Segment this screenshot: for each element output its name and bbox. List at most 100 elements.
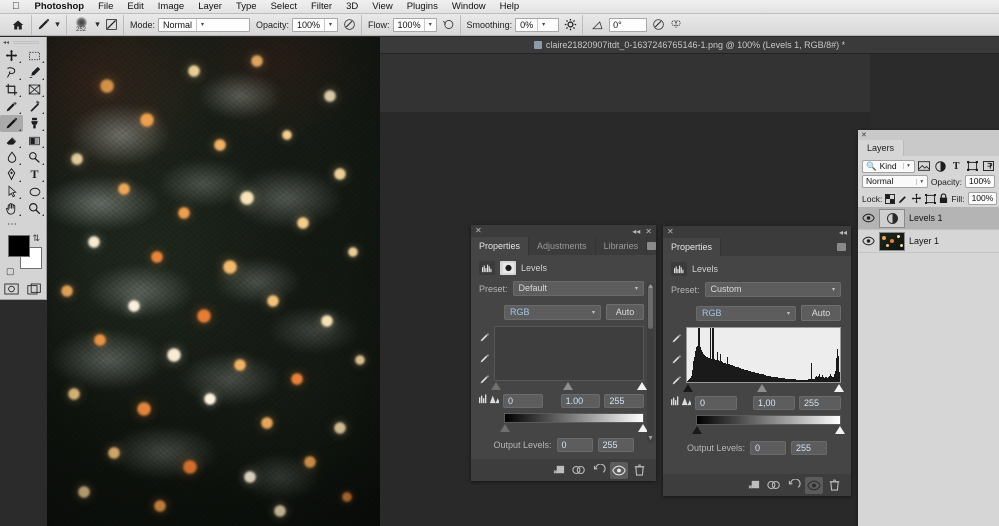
reset-adjustment-button[interactable] xyxy=(590,462,608,479)
input-shadow-slider[interactable] xyxy=(683,384,693,392)
gear-icon[interactable] xyxy=(562,16,579,33)
menu-item-select[interactable]: Select xyxy=(264,1,304,12)
lock-all-icon[interactable] xyxy=(939,192,948,205)
ellipse-tool[interactable] xyxy=(23,183,46,200)
brush-angle-icon[interactable] xyxy=(589,16,606,33)
clip-to-layer-button[interactable] xyxy=(745,477,763,494)
channel-select[interactable]: RGB ▾ xyxy=(504,304,601,320)
output-shadow-slider[interactable] xyxy=(692,426,702,434)
airbrush-icon[interactable] xyxy=(440,16,457,33)
close-icon[interactable]: ✕ xyxy=(475,227,482,235)
lock-position-icon[interactable] xyxy=(911,192,922,205)
tab-layers[interactable]: Layers xyxy=(858,140,905,156)
scroll-up-icon[interactable]: ▲ xyxy=(647,283,654,290)
rectangular-marquee-tool[interactable] xyxy=(23,47,46,64)
output-highlight-slider[interactable] xyxy=(835,426,845,434)
toggle-layer-visibility-button[interactable] xyxy=(610,461,628,479)
delete-adjustment-button[interactable] xyxy=(630,462,648,479)
tab-properties[interactable]: Properties xyxy=(471,237,530,255)
scroll-down-icon[interactable]: ▼ xyxy=(647,435,654,442)
quick-mask-mode-icon[interactable] xyxy=(0,281,23,297)
layer-fill-input[interactable]: 100% xyxy=(967,192,998,205)
auto-button[interactable]: Auto xyxy=(801,305,841,321)
lasso-tool[interactable] xyxy=(0,64,23,81)
set-black-point-icon[interactable] xyxy=(479,332,490,346)
foreground-color-swatch[interactable] xyxy=(8,235,30,257)
pen-tool[interactable] xyxy=(0,166,23,183)
path-selection-tool[interactable] xyxy=(0,183,23,200)
close-icon[interactable]: ✕ xyxy=(667,228,674,236)
eye-icon[interactable] xyxy=(861,213,875,223)
brush-preset-picker-icon[interactable]: 252 xyxy=(70,16,92,33)
filter-smart-object-icon[interactable] xyxy=(982,160,995,173)
menu-item-type[interactable]: Type xyxy=(229,1,264,12)
output-highlight-field[interactable]: 255 xyxy=(791,441,828,455)
menu-item-filter[interactable]: Filter xyxy=(304,1,339,12)
tab-adjustments[interactable]: Adjustments xyxy=(529,237,596,255)
pressure-size-icon[interactable] xyxy=(650,16,667,33)
view-previous-state-button[interactable] xyxy=(765,477,783,494)
object-selection-tool[interactable] xyxy=(23,64,46,81)
close-icon[interactable]: ✕ xyxy=(861,131,867,139)
output-highlight-field[interactable]: 255 xyxy=(597,438,634,452)
input-midtone-field[interactable]: 1,00 xyxy=(753,395,795,410)
flow-input[interactable]: 100% ▾ xyxy=(392,17,437,32)
lock-transparent-pixels-icon[interactable] xyxy=(885,192,896,205)
smoothing-input[interactable]: 0% ▾ xyxy=(515,17,560,32)
input-highlight-slider[interactable] xyxy=(637,382,647,390)
layer-thumbnail-pixel[interactable] xyxy=(879,231,905,251)
eraser-tool[interactable] xyxy=(0,132,23,149)
horizontal-type-tool[interactable]: T xyxy=(23,166,46,183)
crop-tool[interactable] xyxy=(0,81,23,98)
menu-item-view[interactable]: View xyxy=(365,1,399,12)
filter-shape-icon[interactable] xyxy=(966,160,979,173)
brush-angle-input[interactable]: 0° xyxy=(609,17,648,32)
properties-left-scrollbar[interactable] xyxy=(647,283,654,443)
frame-tool[interactable] xyxy=(23,81,46,98)
menu-item-photoshop[interactable]: Photoshop xyxy=(28,1,92,12)
collapse-panel-icon[interactable]: ◂◂ xyxy=(3,39,9,46)
spot-healing-brush-tool[interactable] xyxy=(23,98,46,115)
brush-tool-icon[interactable] xyxy=(35,16,52,33)
clip-to-layer-button[interactable] xyxy=(550,462,568,479)
eyedropper-tool[interactable] xyxy=(0,98,23,115)
output-shadow-field[interactable]: 0 xyxy=(750,441,787,455)
opacity-input[interactable]: 100% ▾ xyxy=(292,17,339,32)
menu-item-3d[interactable]: 3D xyxy=(339,1,365,12)
auto-button[interactable]: Auto xyxy=(606,304,644,320)
set-white-point-icon[interactable] xyxy=(671,375,682,389)
toggle-layer-visibility-button[interactable] xyxy=(805,476,823,494)
reset-adjustment-button[interactable] xyxy=(785,477,803,494)
hand-tool[interactable] xyxy=(0,200,23,217)
close-icon[interactable]: ✕ xyxy=(645,227,652,236)
layer-mask-icon[interactable] xyxy=(500,260,516,275)
view-previous-state-button[interactable] xyxy=(570,462,588,479)
channel-select[interactable]: RGB ▾ xyxy=(696,305,796,321)
more-tools-icon[interactable]: ⋯ xyxy=(0,217,46,231)
menu-item-help[interactable]: Help xyxy=(493,1,527,12)
preset-select[interactable]: Custom ▾ xyxy=(704,282,841,297)
preset-select[interactable]: Default ▾ xyxy=(512,281,644,296)
collapse-panel-icon[interactable]: ◂◂ xyxy=(632,227,640,236)
tool-preset-chevron-down-icon[interactable]: ▾ xyxy=(52,16,63,33)
menu-item-plugins[interactable]: Plugins xyxy=(400,1,445,12)
blur-tool[interactable] xyxy=(0,149,23,166)
tab-libraries[interactable]: Libraries xyxy=(596,237,648,255)
input-highlight-field[interactable]: 255 xyxy=(604,393,645,408)
set-gray-point-icon[interactable] xyxy=(671,354,682,368)
brush-settings-panel-icon[interactable] xyxy=(103,16,120,33)
home-icon[interactable] xyxy=(8,16,28,34)
input-shadow-slider[interactable] xyxy=(491,382,501,390)
set-white-point-icon[interactable] xyxy=(479,374,490,388)
input-shadow-field[interactable]: 0 xyxy=(695,395,737,410)
default-colors-icon[interactable]: ▢ xyxy=(6,266,15,277)
layer-row-levels-1[interactable]: Levels 1 xyxy=(858,207,999,230)
set-gray-point-icon[interactable] xyxy=(479,353,490,367)
layer-blend-mode-select[interactable]: Normal ▾ xyxy=(862,175,928,188)
delete-adjustment-button[interactable] xyxy=(825,477,843,494)
menu-item-image[interactable]: Image xyxy=(151,1,191,12)
pressure-opacity-icon[interactable] xyxy=(341,16,358,33)
toolbar-grip[interactable]: ◂◂ xyxy=(0,37,46,47)
document-tab[interactable]: claire21820907itdt_0-1637246765146-1.png… xyxy=(380,37,999,54)
layer-thumbnail-adjustment[interactable] xyxy=(879,208,905,228)
